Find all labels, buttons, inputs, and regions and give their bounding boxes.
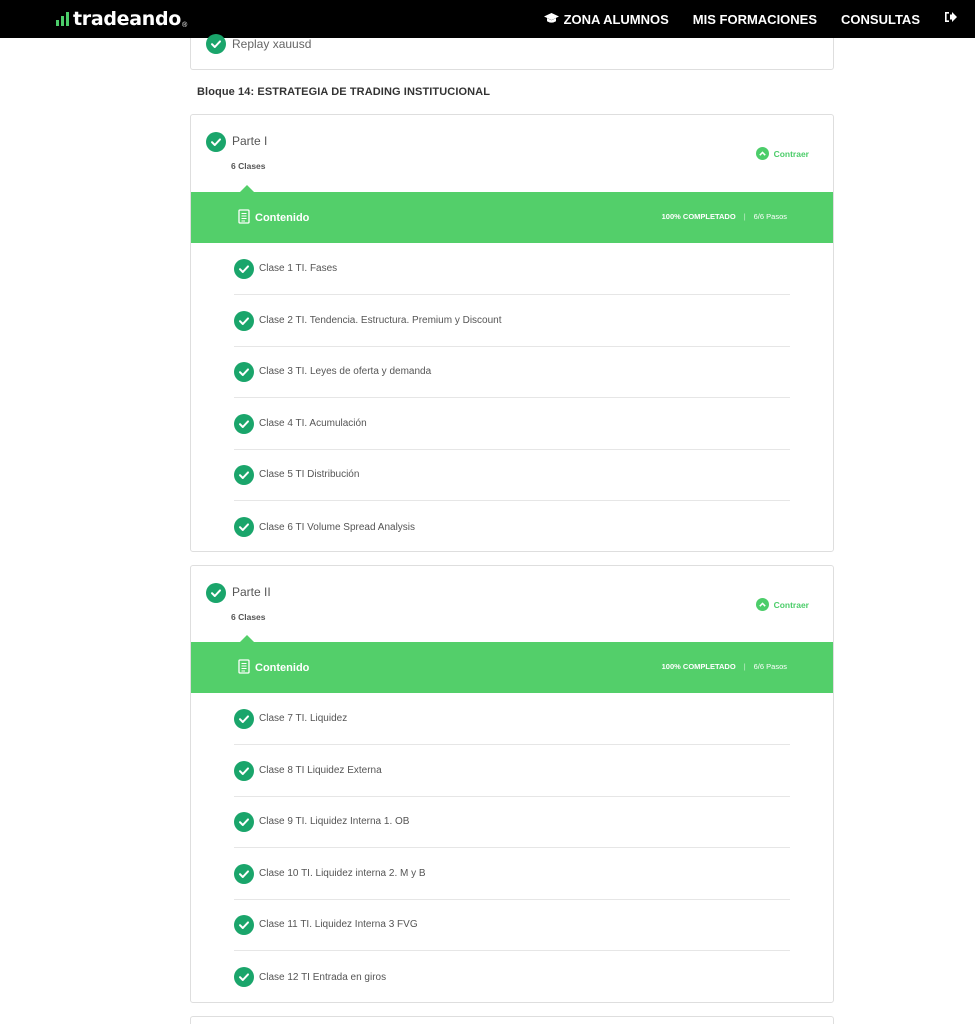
progress-status: 100% COMPLETADO | 6/6 Pasos <box>662 662 787 671</box>
lesson-item[interactable]: Clase 5 TI Distribución <box>234 449 790 501</box>
check-icon <box>206 34 226 54</box>
main-nav: ZONA ALUMNOS MIS FORMACIONES CONSULTAS <box>520 0 957 38</box>
lesson-item[interactable]: Clase 1 TI. Fases <box>234 243 790 295</box>
part-title: Parte I <box>232 134 268 148</box>
bar-notch <box>239 185 255 193</box>
logout-button[interactable] <box>944 10 957 28</box>
lesson-name: Clase 10 TI. Liquidez interna 2. M y B <box>259 868 426 879</box>
part-header[interactable]: Parte I <box>206 132 267 152</box>
chevron-up-icon <box>755 598 769 611</box>
part-title: Parte II <box>232 585 271 599</box>
check-icon <box>234 258 254 279</box>
logo-bars-icon <box>56 12 69 29</box>
lesson-name: Clase 2 TI. Tendencia. Estructura. Premi… <box>259 315 502 326</box>
check-icon <box>234 464 254 485</box>
check-icon <box>234 811 254 832</box>
nav-label: MIS FORMACIONES <box>692 11 818 27</box>
collapse-label: Contraer <box>773 148 809 159</box>
progress-separator: | <box>743 212 746 221</box>
progress-status: 100% COMPLETADO | 6/6 Pasos <box>662 212 787 221</box>
check-icon <box>234 517 254 537</box>
lesson-name: Clase 1 TI. Fases <box>259 263 338 274</box>
progress-separator: | <box>743 662 746 671</box>
nav-label: ZONA ALUMNOS <box>563 11 669 27</box>
check-icon <box>234 413 254 434</box>
lesson-name: Clase 8 TI Liquidez Externa <box>259 765 382 776</box>
logout-icon <box>944 10 957 28</box>
block-title: Bloque 14: ESTRATEGIA DE TRADING INSTITU… <box>197 86 491 98</box>
previous-lesson-card: Replay xauusd <box>190 34 834 70</box>
logo-text: tradeando <box>73 8 182 30</box>
part-card-1: Parte I 6 Clases Contraer Contenido 100%… <box>190 114 834 552</box>
check-icon <box>234 914 254 935</box>
progress-steps: 6/6 Pasos <box>753 212 787 221</box>
progress-percent: 100% COMPLETADO <box>661 212 736 221</box>
progress-percent: 100% COMPLETADO <box>661 662 736 671</box>
part-lesson-count: 6 Clases <box>231 612 266 622</box>
lesson-item[interactable]: Clase 7 TI. Liquidez <box>234 693 790 745</box>
check-icon <box>234 967 254 987</box>
check-icon <box>234 361 254 382</box>
previous-lesson-label: Replay xauusd <box>232 37 312 51</box>
part-card-2: Parte II 6 Clases Contraer Contenido 100… <box>190 565 834 1003</box>
content-label: Contenido <box>255 662 310 674</box>
lesson-name: Clase 9 TI. Liquidez Interna 1. OB <box>259 816 410 827</box>
lesson-item[interactable]: Clase 4 TI. Acumulación <box>234 398 790 450</box>
lesson-name: Clase 5 TI Distribución <box>259 469 360 480</box>
check-icon <box>234 863 254 884</box>
check-icon <box>206 583 226 603</box>
logo[interactable]: tradeando ® <box>56 9 187 29</box>
logo-registered: ® <box>182 22 188 29</box>
part-lesson-count: 6 Clases <box>231 161 266 171</box>
check-icon <box>234 708 254 729</box>
content-title: Contenido <box>238 209 309 227</box>
part-header[interactable]: Parte II <box>206 583 271 603</box>
nav-zona-alumnos[interactable]: ZONA ALUMNOS <box>543 11 669 27</box>
content-header-bar: Contenido 100% COMPLETADO | 6/6 Pasos <box>191 185 833 243</box>
lesson-item[interactable]: Clase 3 TI. Leyes de oferta y demanda <box>234 346 790 398</box>
content-label: Contenido <box>255 212 310 224</box>
previous-lesson-row[interactable]: Replay xauusd <box>206 34 311 54</box>
content-header-bar: Contenido 100% COMPLETADO | 6/6 Pasos <box>191 635 833 693</box>
collapse-label: Contraer <box>773 599 809 610</box>
lesson-item[interactable]: Clase 11 TI. Liquidez Interna 3 FVG <box>234 899 790 951</box>
progress-steps: 6/6 Pasos <box>753 662 787 671</box>
lesson-item[interactable]: Clase 9 TI. Liquidez Interna 1. OB <box>234 796 790 848</box>
check-icon <box>234 310 254 331</box>
content-title: Contenido <box>238 659 309 677</box>
nav-consultas[interactable]: CONSULTAS <box>841 12 920 27</box>
nav-mis-formaciones[interactable]: MIS FORMACIONES <box>693 12 817 27</box>
document-icon <box>238 209 250 227</box>
chevron-up-icon <box>755 147 769 160</box>
collapse-toggle[interactable]: Contraer <box>755 598 809 611</box>
next-part-card <box>190 1016 834 1024</box>
top-navbar: tradeando ® ZONA ALUMNOS MIS FORMACIONES… <box>0 0 975 38</box>
lesson-name: Clase 7 TI. Liquidez <box>259 713 348 724</box>
check-icon <box>234 760 254 781</box>
lesson-name: Clase 4 TI. Acumulación <box>259 418 367 429</box>
bar-notch <box>239 635 255 643</box>
lesson-item[interactable]: Clase 8 TI Liquidez Externa <box>234 745 790 797</box>
lesson-item[interactable]: Clase 10 TI. Liquidez interna 2. M y B <box>234 848 790 900</box>
graduation-cap-icon <box>543 12 559 27</box>
collapse-toggle[interactable]: Contraer <box>755 147 809 160</box>
lesson-name: Clase 11 TI. Liquidez Interna 3 FVG <box>259 919 418 930</box>
lesson-item[interactable]: Clase 2 TI. Tendencia. Estructura. Premi… <box>234 295 790 347</box>
document-icon <box>238 659 250 677</box>
nav-label: CONSULTAS <box>841 11 920 27</box>
check-icon <box>206 132 226 152</box>
lesson-item[interactable]: Clase 12 TI Entrada en giros <box>234 951 790 1003</box>
lesson-name: Clase 3 TI. Leyes de oferta y demanda <box>259 366 432 377</box>
lesson-item[interactable]: Clase 6 TI Volume Spread Analysis <box>234 501 790 553</box>
lesson-name: Clase 12 TI Entrada en giros <box>259 971 387 983</box>
lesson-name: Clase 6 TI Volume Spread Analysis <box>259 521 416 533</box>
